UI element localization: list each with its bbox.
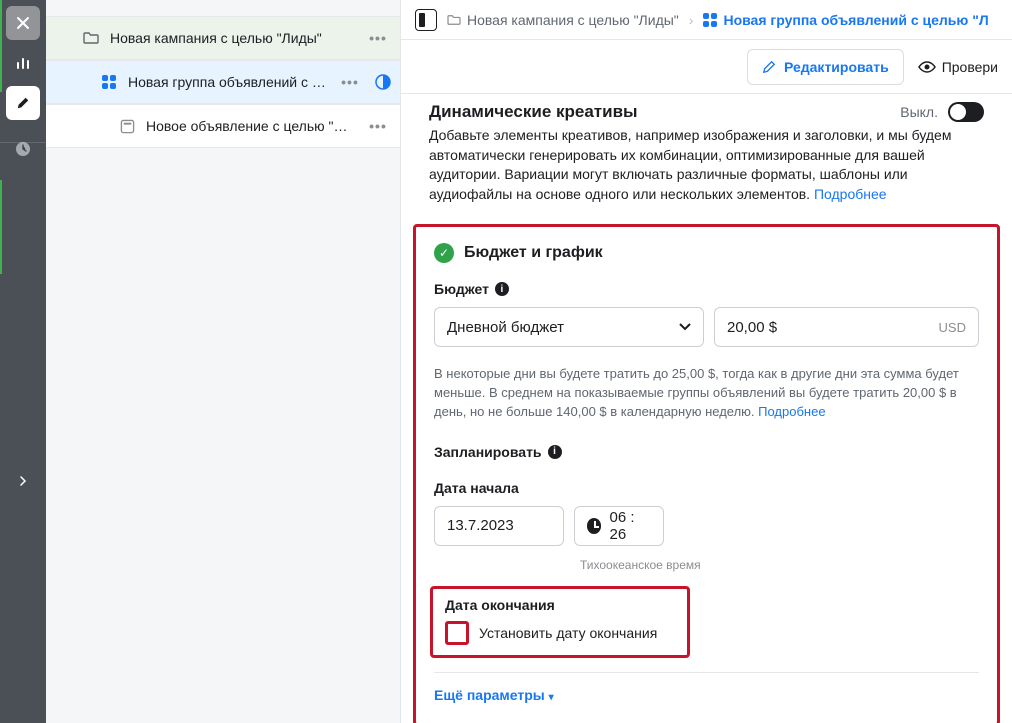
chevron-right-icon: › bbox=[689, 12, 694, 28]
left-rail bbox=[0, 0, 46, 723]
pencil-icon[interactable] bbox=[6, 86, 40, 120]
budget-label: Бюджет bbox=[434, 281, 489, 297]
chevron-down-icon bbox=[679, 323, 691, 331]
crumb-adset[interactable]: Новая группа объявлений с целью "Л bbox=[703, 12, 988, 28]
folder-icon bbox=[447, 14, 461, 26]
info-icon[interactable]: i bbox=[548, 445, 562, 459]
tree-adset-menu[interactable]: ••• bbox=[336, 74, 364, 90]
start-date-label: Дата начала bbox=[434, 480, 519, 496]
dynamic-desc: Добавьте элементы креативов, например из… bbox=[429, 126, 984, 204]
dynamic-toggle[interactable] bbox=[948, 102, 984, 122]
eye-icon bbox=[918, 61, 936, 73]
end-date-section: Дата окончания Установить дату окончания bbox=[430, 586, 690, 658]
clock-icon[interactable] bbox=[6, 132, 40, 166]
info-icon[interactable]: i bbox=[495, 282, 509, 296]
panel-toggle-icon[interactable] bbox=[415, 9, 437, 31]
expand-rail-button[interactable] bbox=[11, 469, 35, 493]
tree-ad-label: Новое объявление с целью "Лиды" bbox=[146, 118, 354, 134]
crumb-campaign[interactable]: Новая кампания с целью "Лиды" bbox=[447, 12, 679, 28]
adset-icon bbox=[703, 13, 717, 27]
close-button[interactable] bbox=[6, 6, 40, 40]
main-panel: Новая кампания с целью "Лиды" › Новая гр… bbox=[401, 0, 1012, 723]
campaign-tree: Новая кампания с целью "Лиды" ••• Новая … bbox=[46, 0, 401, 723]
start-time-field[interactable]: 06 : 26 bbox=[574, 506, 664, 546]
budget-help-text: В некоторые дни вы будете тратить до 25,… bbox=[416, 353, 997, 428]
crumb-adset-label: Новая группа объявлений с целью "Л bbox=[723, 12, 988, 28]
schedule-label: Запланировать bbox=[434, 444, 542, 460]
start-date-field[interactable]: 13.7.2023 bbox=[434, 506, 564, 546]
half-circle-icon bbox=[374, 73, 392, 91]
more-options-link[interactable]: Ещё параметры ▾ bbox=[434, 687, 554, 703]
dynamic-creative-title: Динамические креативы bbox=[429, 102, 638, 122]
folder-icon bbox=[82, 29, 100, 47]
start-date-value: 13.7.2023 bbox=[447, 517, 514, 534]
action-bar: Редактировать Провери bbox=[401, 40, 1012, 94]
tree-campaign-menu[interactable]: ••• bbox=[364, 30, 392, 46]
crumb-campaign-label: Новая кампания с целью "Лиды" bbox=[467, 12, 679, 28]
budget-heading: Бюджет и график bbox=[464, 244, 603, 262]
end-date-set-label: Установить дату окончания bbox=[479, 625, 657, 641]
check-circle-icon: ✓ bbox=[434, 243, 454, 263]
tree-adset-label: Новая группа объявлений с це… bbox=[128, 74, 326, 90]
review-button-label: Провери bbox=[942, 59, 998, 75]
tree-campaign-label: Новая кампания с целью "Лиды" bbox=[110, 30, 354, 46]
edit-button-label: Редактировать bbox=[784, 59, 889, 75]
review-button[interactable]: Провери bbox=[918, 59, 998, 75]
ad-icon bbox=[118, 117, 136, 135]
dynamic-creative-section: Динамические креативы Выкл. Добавьте эле… bbox=[413, 94, 1000, 216]
chart-icon[interactable] bbox=[6, 46, 40, 80]
end-date-label: Дата окончания bbox=[445, 597, 675, 613]
budget-amount-field[interactable]: 20,00 $ USD bbox=[714, 307, 979, 347]
tree-adset[interactable]: Новая группа объявлений с це… ••• bbox=[46, 60, 400, 104]
edit-button[interactable]: Редактировать bbox=[747, 49, 904, 85]
caret-down-icon: ▾ bbox=[549, 692, 554, 703]
clock-icon bbox=[587, 518, 601, 534]
budget-currency: USD bbox=[939, 320, 966, 335]
budget-type-select[interactable]: Дневной бюджет bbox=[434, 307, 704, 347]
tree-campaign[interactable]: Новая кампания с целью "Лиды" ••• bbox=[46, 16, 400, 60]
budget-type-value: Дневной бюджет bbox=[447, 319, 564, 336]
dynamic-off-label: Выкл. bbox=[900, 104, 938, 120]
budget-learn-more-link[interactable]: Подробнее bbox=[758, 404, 825, 419]
pencil-icon bbox=[762, 60, 776, 74]
timezone-label: Тихоокеанское время bbox=[562, 552, 997, 572]
tree-ad-menu[interactable]: ••• bbox=[364, 118, 392, 134]
budget-schedule-card: ✓ Бюджет и график Бюджет i Дневной бюдже… bbox=[413, 224, 1000, 723]
adset-icon bbox=[100, 73, 118, 91]
divider bbox=[434, 672, 979, 673]
budget-amount-value: 20,00 $ bbox=[727, 319, 777, 336]
breadcrumb: Новая кампания с целью "Лиды" › Новая гр… bbox=[401, 0, 1012, 40]
end-date-checkbox[interactable] bbox=[445, 621, 469, 645]
start-time-value: 06 : 26 bbox=[609, 509, 651, 543]
tree-ad[interactable]: Новое объявление с целью "Лиды" ••• bbox=[46, 104, 400, 148]
dynamic-learn-more-link[interactable]: Подробнее bbox=[814, 186, 887, 202]
